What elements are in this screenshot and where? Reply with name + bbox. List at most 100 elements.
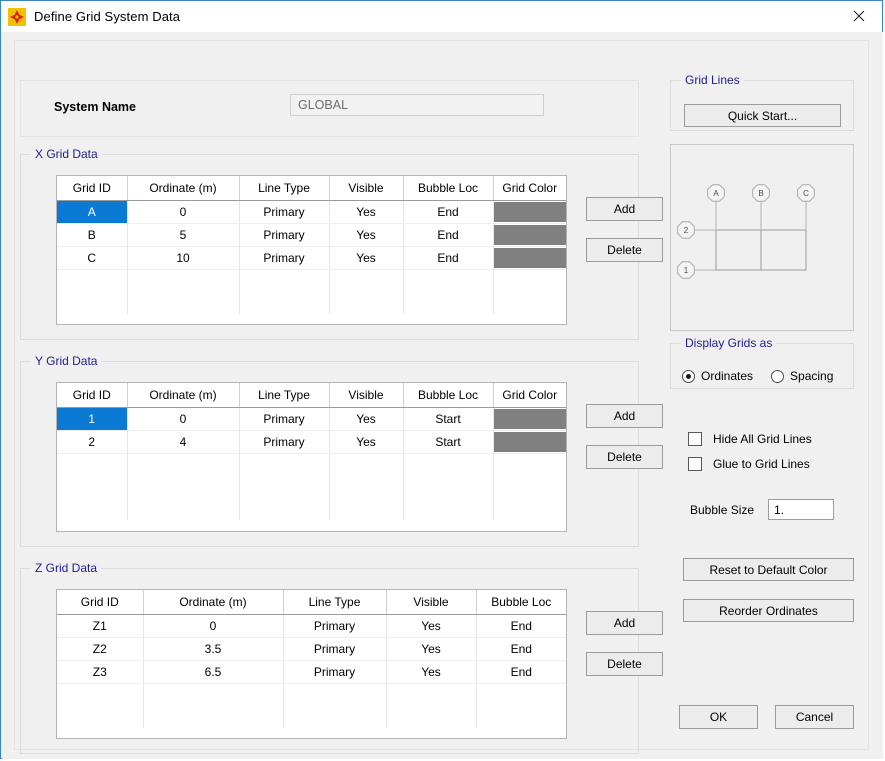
grid-id-cell[interactable]: 1 xyxy=(57,407,128,431)
column-header-line-type[interactable]: Line Type xyxy=(239,383,330,408)
quick-start-button[interactable]: Quick Start... xyxy=(684,104,841,127)
column-header-ordinate-m[interactable]: Ordinate (m) xyxy=(143,590,284,615)
table-row[interactable]: C 10 Primary Yes End xyxy=(57,246,566,270)
column-header-grid-color[interactable]: Grid Color xyxy=(493,176,566,201)
table-empty-row[interactable] xyxy=(57,292,566,314)
column-header-grid-id[interactable]: Grid ID xyxy=(57,383,128,408)
table-empty-row[interactable] xyxy=(57,269,566,292)
ordinate-cell[interactable]: 3.5 xyxy=(143,637,284,661)
z-delete-button[interactable]: Delete xyxy=(586,652,663,676)
column-header-bubble-loc[interactable]: Bubble Loc xyxy=(403,176,494,201)
cancel-button[interactable]: Cancel xyxy=(775,705,854,729)
bubble-loc-cell[interactable]: Start xyxy=(403,430,494,454)
bubble-loc-cell[interactable]: End xyxy=(403,200,494,224)
column-header-visible[interactable]: Visible xyxy=(386,590,477,615)
grid-color-cell[interactable] xyxy=(493,430,566,454)
ordinate-cell[interactable]: 6.5 xyxy=(143,660,284,684)
hide-all-grid-lines-checkbox-row[interactable]: Hide All Grid Lines xyxy=(688,432,812,446)
column-header-bubble-loc[interactable]: Bubble Loc xyxy=(476,590,566,615)
visible-cell[interactable]: Yes xyxy=(386,637,477,661)
ordinate-cell[interactable]: 10 xyxy=(127,246,240,270)
column-header-ordinate-m[interactable]: Ordinate (m) xyxy=(127,383,240,408)
table-row[interactable]: A 0 Primary Yes End xyxy=(57,200,566,224)
table-empty-row[interactable] xyxy=(57,498,566,520)
table-row[interactable]: Z2 3.5 Primary Yes End xyxy=(57,637,566,661)
column-header-grid-color[interactable]: Grid Color xyxy=(493,383,566,408)
visible-cell[interactable]: Yes xyxy=(329,200,404,224)
y-grid-table-container[interactable]: Grid ID Ordinate (m) Line Type Visible Bubbl… xyxy=(56,382,567,532)
column-header-grid-id[interactable]: Grid ID xyxy=(57,590,144,615)
line-type-cell[interactable]: Primary xyxy=(283,614,387,638)
column-header-visible[interactable]: Visible xyxy=(329,383,404,408)
column-header-visible[interactable]: Visible xyxy=(329,176,404,201)
grid-color-cell[interactable] xyxy=(493,246,566,270)
bubble-loc-cell[interactable]: End xyxy=(476,614,566,638)
table-empty-row[interactable] xyxy=(57,453,566,476)
bubble-loc-cell[interactable]: End xyxy=(476,660,566,684)
grid-color-swatch[interactable] xyxy=(493,248,566,268)
z-grid-table-container[interactable]: Grid ID Ordinate (m) Line Type Visible Bubbl… xyxy=(56,589,567,739)
column-header-line-type[interactable]: Line Type xyxy=(239,176,330,201)
grid-id-cell[interactable]: 2 xyxy=(57,430,128,454)
table-row[interactable]: 2 4 Primary Yes Start xyxy=(57,430,566,454)
visible-cell[interactable]: Yes xyxy=(329,246,404,270)
grid-color-swatch[interactable] xyxy=(493,409,566,429)
line-type-cell[interactable]: Primary xyxy=(239,430,330,454)
grid-color-swatch[interactable] xyxy=(493,202,566,222)
ordinate-cell[interactable]: 0 xyxy=(127,200,240,224)
column-header-line-type[interactable]: Line Type xyxy=(283,590,387,615)
grid-id-cell[interactable]: Z2 xyxy=(57,637,144,661)
y-add-button[interactable]: Add xyxy=(586,404,663,428)
ok-button[interactable]: OK xyxy=(679,705,758,729)
reorder-ordinates-button[interactable]: Reorder Ordinates xyxy=(683,599,854,622)
ordinate-cell[interactable]: 5 xyxy=(127,223,240,247)
table-row[interactable]: Z3 6.5 Primary Yes End xyxy=(57,660,566,684)
grid-id-cell[interactable]: A xyxy=(57,200,128,224)
line-type-cell[interactable]: Primary xyxy=(239,200,330,224)
line-type-cell[interactable]: Primary xyxy=(283,660,387,684)
x-grid-table-container[interactable]: Grid ID Ordinate (m) Line Type Visible Bubbl… xyxy=(56,175,567,325)
reset-to-default-color-button[interactable]: Reset to Default Color xyxy=(683,558,854,581)
grid-color-cell[interactable] xyxy=(493,407,566,431)
z-add-button[interactable]: Add xyxy=(586,611,663,635)
glue-to-grid-lines-checkbox-row[interactable]: Glue to Grid Lines xyxy=(688,457,810,471)
grid-id-cell[interactable]: B xyxy=(57,223,128,247)
visible-cell[interactable]: Yes xyxy=(329,223,404,247)
x-add-button[interactable]: Add xyxy=(586,197,663,221)
table-row[interactable]: B 5 Primary Yes End xyxy=(57,223,566,247)
table-empty-row[interactable] xyxy=(57,476,566,498)
radio-ordinates[interactable]: Ordinates xyxy=(682,369,753,383)
table-empty-row[interactable] xyxy=(57,706,566,728)
grid-id-cell[interactable]: Z3 xyxy=(57,660,144,684)
table-row[interactable]: 1 0 Primary Yes Start xyxy=(57,407,566,431)
grid-color-cell[interactable] xyxy=(493,223,566,247)
line-type-cell[interactable]: Primary xyxy=(283,637,387,661)
bubble-size-input[interactable] xyxy=(768,499,835,520)
grid-color-cell[interactable] xyxy=(493,200,566,224)
ordinate-cell[interactable]: 0 xyxy=(127,407,240,431)
grid-color-swatch[interactable] xyxy=(493,432,566,452)
line-type-cell[interactable]: Primary xyxy=(239,223,330,247)
grid-id-cell[interactable]: Z1 xyxy=(57,614,144,638)
visible-cell[interactable]: Yes xyxy=(386,614,477,638)
y-delete-button[interactable]: Delete xyxy=(586,445,663,469)
grid-id-cell[interactable]: C xyxy=(57,246,128,270)
ordinate-cell[interactable]: 4 xyxy=(127,430,240,454)
table-row[interactable]: Z1 0 Primary Yes End xyxy=(57,614,566,638)
line-type-cell[interactable]: Primary xyxy=(239,246,330,270)
close-icon[interactable] xyxy=(836,1,882,31)
column-header-ordinate-m[interactable]: Ordinate (m) xyxy=(127,176,240,201)
ordinate-cell[interactable]: 0 xyxy=(143,614,284,638)
line-type-cell[interactable]: Primary xyxy=(239,407,330,431)
visible-cell[interactable]: Yes xyxy=(329,430,404,454)
visible-cell[interactable]: Yes xyxy=(386,660,477,684)
bubble-loc-cell[interactable]: End xyxy=(476,637,566,661)
bubble-loc-cell[interactable]: Start xyxy=(403,407,494,431)
column-header-grid-id[interactable]: Grid ID xyxy=(57,176,128,201)
column-header-bubble-loc[interactable]: Bubble Loc xyxy=(403,383,494,408)
system-name-input[interactable] xyxy=(290,94,544,116)
grid-color-swatch[interactable] xyxy=(493,225,566,245)
visible-cell[interactable]: Yes xyxy=(329,407,404,431)
table-empty-row[interactable] xyxy=(57,683,566,706)
radio-spacing[interactable]: Spacing xyxy=(771,369,833,383)
